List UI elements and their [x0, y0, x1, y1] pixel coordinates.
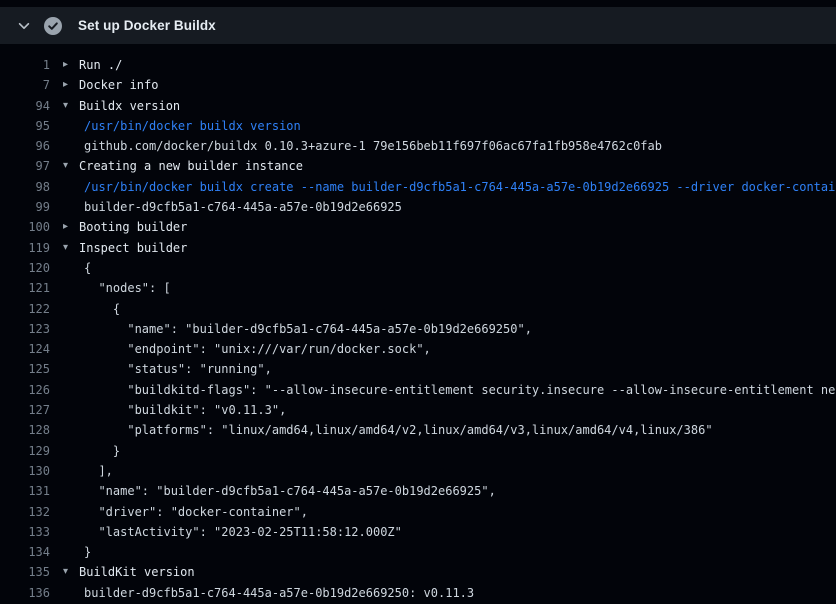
group-title: Buildx version [79, 96, 180, 116]
log-row: 132 "driver": "docker-container", [0, 502, 836, 522]
check-circle-icon [44, 17, 62, 35]
log-group-row[interactable]: 7 ▸Docker info [0, 75, 836, 95]
output-text: builder-d9cfb5a1-c764-445a-a57e-0b19d2e6… [84, 197, 402, 217]
log-row: 131 "name": "builder-d9cfb5a1-c764-445a-… [0, 481, 836, 501]
line-number[interactable]: 135 [0, 562, 50, 582]
triangle-right-icon[interactable]: ▸ [63, 217, 79, 237]
log-container: 1▸Run ./7▸Docker info94▾Buildx version95… [0, 44, 836, 604]
line-number[interactable]: 97 [0, 156, 50, 176]
log-row: 98/usr/bin/docker buildx create --name b… [0, 177, 836, 197]
line-number[interactable]: 119 [0, 238, 50, 258]
output-text: ], [84, 461, 113, 481]
output-text: "lastActivity": "2023-02-25T11:58:12.000… [84, 522, 402, 542]
triangle-right-icon[interactable]: ▸ [63, 55, 79, 75]
line-number[interactable]: 136 [0, 583, 50, 603]
output-text: "endpoint": "unix:///var/run/docker.sock… [84, 339, 431, 359]
group-title: BuildKit version [79, 562, 195, 582]
step-header[interactable]: Set up Docker Buildx [0, 7, 836, 44]
group-title: Run ./ [79, 55, 122, 75]
step-title: Set up Docker Buildx [78, 18, 216, 33]
log-row: 126 "buildkitd-flags": "--allow-insecure… [0, 380, 836, 400]
line-number[interactable]: 96 [0, 136, 50, 156]
line-number[interactable]: 128 [0, 420, 50, 440]
triangle-down-icon[interactable]: ▾ [63, 156, 79, 176]
triangle-down-icon[interactable]: ▾ [63, 96, 79, 116]
line-number[interactable]: 133 [0, 522, 50, 542]
log-row: 133 "lastActivity": "2023-02-25T11:58:12… [0, 522, 836, 542]
log-row: 128 "platforms": "linux/amd64,linux/amd6… [0, 420, 836, 440]
triangle-down-icon[interactable]: ▾ [63, 238, 79, 258]
line-number[interactable]: 120 [0, 258, 50, 278]
output-text: "buildkitd-flags": "--allow-insecure-ent… [84, 380, 836, 400]
log-row: 95/usr/bin/docker buildx version [0, 116, 836, 136]
log-group-row[interactable]: 135 ▾BuildKit version [0, 562, 836, 582]
log-row: 136 builder-d9cfb5a1-c764-445a-a57e-0b19d… [0, 583, 836, 603]
output-text: github.com/docker/buildx 0.10.3+azure-1 … [84, 136, 662, 156]
group-title: Booting builder [79, 217, 187, 237]
output-text: } [84, 542, 91, 562]
line-number[interactable]: 121 [0, 278, 50, 298]
command-text: /usr/bin/docker buildx create --name bui… [84, 177, 836, 197]
output-text: "driver": "docker-container", [84, 502, 308, 522]
line-number[interactable]: 94 [0, 96, 50, 116]
line-number[interactable]: 129 [0, 441, 50, 461]
output-text: } [84, 441, 120, 461]
log-row: 127 "buildkit": "v0.11.3", [0, 400, 836, 420]
line-number[interactable]: 123 [0, 319, 50, 339]
output-text: "buildkit": "v0.11.3", [84, 400, 286, 420]
log-row: 96 github.com/docker/buildx 0.10.3+azure-… [0, 136, 836, 156]
log-row: 124 "endpoint": "unix:///var/run/docker.… [0, 339, 836, 359]
output-text: "status": "running", [84, 359, 272, 379]
line-number[interactable]: 100 [0, 217, 50, 237]
command-text: /usr/bin/docker buildx version [84, 116, 301, 136]
log-row: 134} [0, 542, 836, 562]
triangle-down-icon[interactable]: ▾ [63, 562, 79, 582]
log-row: 123 "name": "builder-d9cfb5a1-c764-445a-… [0, 319, 836, 339]
log-row: 129 } [0, 441, 836, 461]
line-number[interactable]: 134 [0, 542, 50, 562]
log-row: 125 "status": "running", [0, 359, 836, 379]
line-number[interactable]: 126 [0, 380, 50, 400]
line-number[interactable]: 124 [0, 339, 50, 359]
line-number[interactable]: 131 [0, 481, 50, 501]
output-text: "nodes": [ [84, 278, 171, 298]
output-text: { [84, 258, 91, 278]
group-title: Inspect builder [79, 238, 187, 258]
log-group-row[interactable]: 100 ▸Booting builder [0, 217, 836, 237]
log-group-row[interactable]: 1 ▸Run ./ [0, 55, 836, 75]
line-number[interactable]: 130 [0, 461, 50, 481]
line-number[interactable]: 98 [0, 177, 50, 197]
line-number[interactable]: 1 [0, 55, 50, 75]
group-title: Docker info [79, 75, 158, 95]
log-row: 99 builder-d9cfb5a1-c764-445a-a57e-0b19d2… [0, 197, 836, 217]
line-number[interactable]: 127 [0, 400, 50, 420]
line-number[interactable]: 95 [0, 116, 50, 136]
output-text: "platforms": "linux/amd64,linux/amd64/v2… [84, 420, 713, 440]
line-number[interactable]: 132 [0, 502, 50, 522]
output-text: "name": "builder-d9cfb5a1-c764-445a-a57e… [84, 481, 496, 501]
log-group-row[interactable]: 97 ▾Creating a new builder instance [0, 156, 836, 176]
chevron-down-icon[interactable] [12, 14, 36, 38]
output-text: { [84, 299, 120, 319]
triangle-right-icon[interactable]: ▸ [63, 75, 79, 95]
line-number[interactable]: 122 [0, 299, 50, 319]
log-group-row[interactable]: 94 ▾Buildx version [0, 96, 836, 116]
log-row: 120 { [0, 258, 836, 278]
line-number[interactable]: 125 [0, 359, 50, 379]
log-row: 130 ], [0, 461, 836, 481]
output-text: builder-d9cfb5a1-c764-445a-a57e-0b19d2e6… [84, 583, 474, 603]
log-row: 121 "nodes": [ [0, 278, 836, 298]
output-text: "name": "builder-d9cfb5a1-c764-445a-a57e… [84, 319, 532, 339]
group-title: Creating a new builder instance [79, 156, 303, 176]
log-group-row[interactable]: 119 ▾Inspect builder [0, 238, 836, 258]
line-number[interactable]: 7 [0, 75, 50, 95]
line-number[interactable]: 99 [0, 197, 50, 217]
log-row: 122 { [0, 299, 836, 319]
